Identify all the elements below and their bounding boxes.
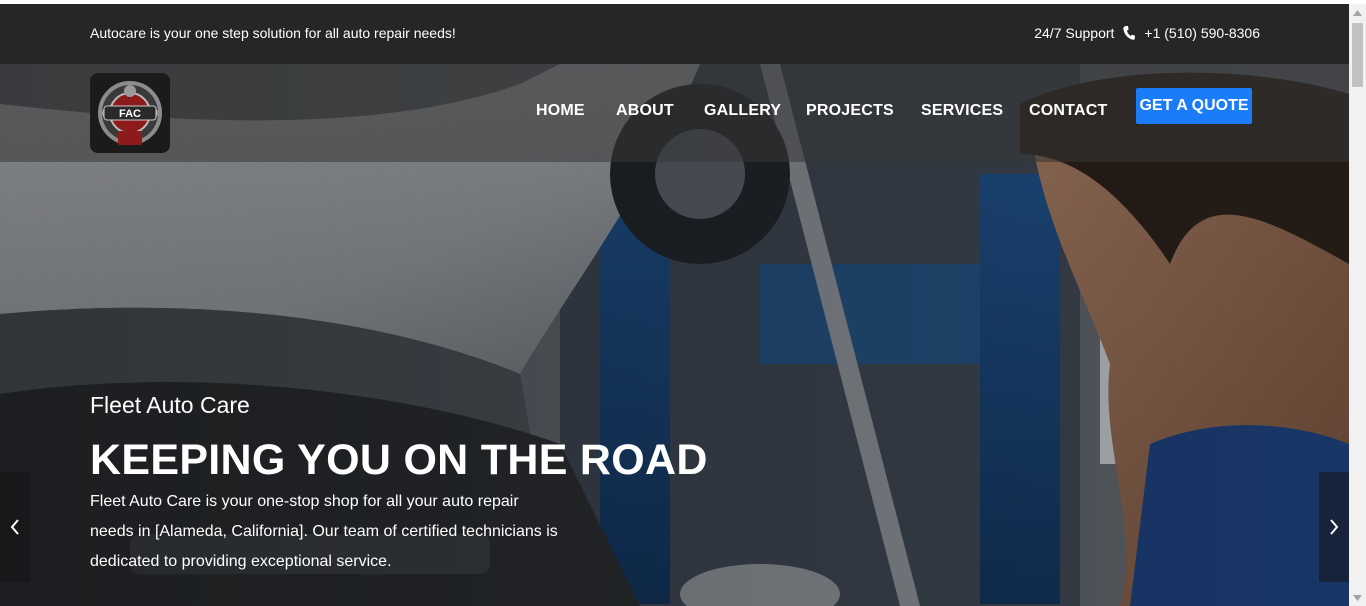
nav-contact[interactable]: CONTACT [1029,102,1107,120]
logo-text: FAC [119,108,141,120]
hero-description: Fleet Auto Care is your one-stop shop fo… [90,493,558,570]
nav-home[interactable]: HOME [536,102,585,120]
hero-kicker: Fleet Auto Care [90,392,250,418]
tagline: Autocare is your one step solution for a… [90,25,456,41]
logo-emblem: FAC [98,81,162,145]
slider-prev-button[interactable] [0,472,30,582]
page-scrollbar[interactable] [1349,4,1366,606]
chevron-right-icon [1330,519,1339,535]
scroll-down-arrow-icon [1353,594,1362,601]
site-header: FAC HOME ABOUT GALLERY PROJECTS SERVICES… [0,64,1349,162]
scroll-up-arrow-icon [1353,9,1362,16]
scroll-thumb[interactable] [1352,23,1363,87]
support-contact: 24/7 Support +1 (510) 590-8306 [1034,25,1260,41]
nav-gallery[interactable]: GALLERY [704,102,781,120]
hero-headline: KEEPING YOU ON THE ROAD [90,436,708,484]
site-logo[interactable]: FAC [90,73,170,153]
nav-about[interactable]: ABOUT [616,102,674,120]
scroll-down-button[interactable] [1349,589,1366,606]
scroll-up-button[interactable] [1349,4,1366,21]
slider-next-button[interactable] [1319,472,1349,582]
top-info-bar: Autocare is your one step solution for a… [0,4,1349,64]
support-phone[interactable]: +1 (510) 590-8306 [1144,25,1260,41]
nav-projects[interactable]: PROJECTS [806,102,894,120]
get-a-quote-button[interactable]: GET A QUOTE [1136,88,1252,124]
support-label: 24/7 Support [1034,25,1115,41]
page: Autocare is your one step solution for a… [0,0,1366,606]
phone-icon [1123,26,1136,40]
chevron-left-icon [10,519,19,535]
nav-services[interactable]: SERVICES [921,102,1003,120]
